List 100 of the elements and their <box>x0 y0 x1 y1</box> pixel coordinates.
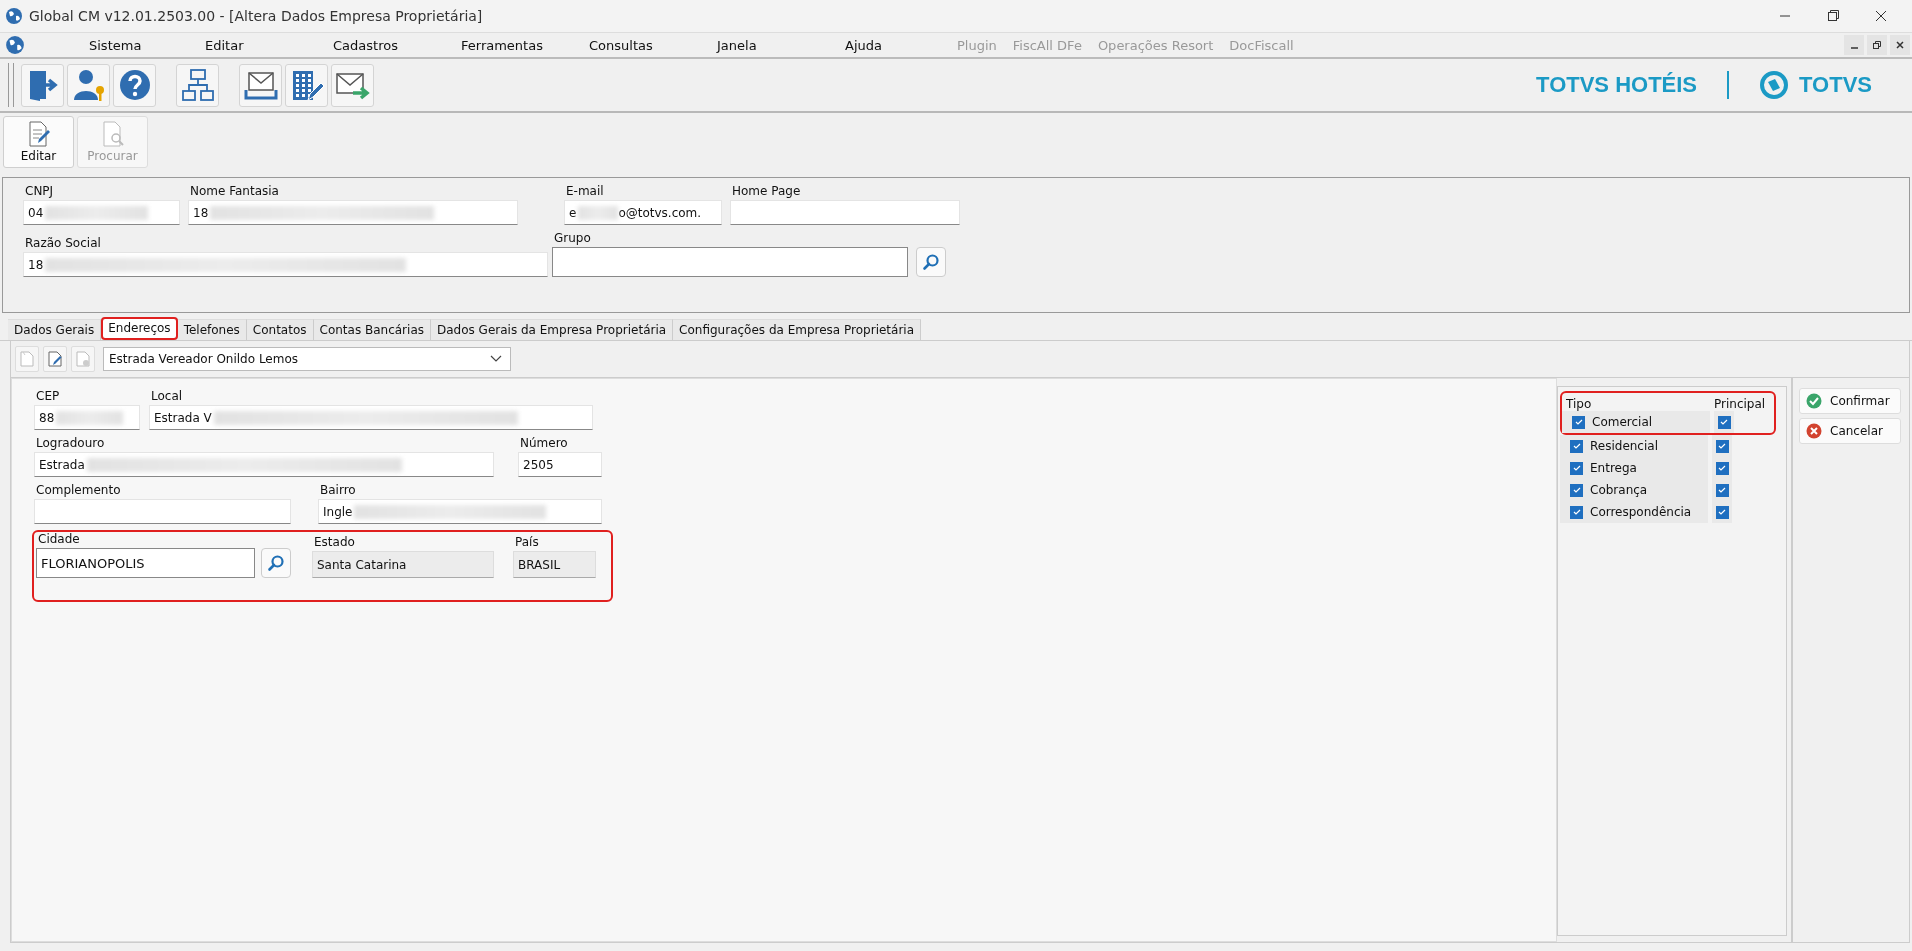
input-field[interactable]: FLORIANOPOLIS <box>36 548 255 578</box>
checkbox-label: Cobrança <box>1590 483 1648 497</box>
menu-item[interactable]: Ajuda <box>821 37 949 53</box>
input-field[interactable]: Estrada <box>34 452 494 477</box>
window-title: Global CM v12.01.2503.00 - [Altera Dados Empresa Proprietária] <box>29 8 483 24</box>
column-header: Tipo <box>1566 397 1593 411</box>
document-search-icon <box>100 121 125 147</box>
input-field[interactable]: Santa Catarina <box>312 551 494 578</box>
menu-item[interactable]: Cadastros <box>309 37 437 53</box>
close-button[interactable] <box>1890 35 1910 55</box>
input-field[interactable]: Ingle <box>318 499 602 524</box>
tab[interactable]: Dados Gerais da Empresa Proprietária <box>431 319 674 340</box>
help-icon <box>117 68 152 102</box>
toolbar-button[interactable] <box>239 63 282 107</box>
field-label: Grupo <box>553 231 592 245</box>
field-label: CNPJ <box>24 184 55 198</box>
field-label: Nome Fantasia <box>189 184 280 198</box>
input-field[interactable]: 2505 <box>518 452 602 477</box>
restore-button[interactable] <box>1867 35 1887 55</box>
user-key-icon <box>71 68 106 102</box>
field-label: Cidade <box>37 532 81 546</box>
input-field[interactable]: 18 <box>23 252 548 277</box>
input-field[interactable]: 18 <box>188 200 518 225</box>
checkbox[interactable] <box>1715 505 1729 519</box>
tab[interactable]: Contatos <box>246 319 314 340</box>
tab[interactable]: Endereços <box>101 317 178 340</box>
dialog-button[interactable]: Confirmar <box>1799 388 1901 414</box>
checkbox-label: Entrega <box>1590 461 1637 475</box>
globe-icon <box>5 35 25 55</box>
input-field[interactable]: 04 <box>23 200 180 225</box>
dialog-button[interactable]: Cancelar <box>1799 418 1901 444</box>
input-field[interactable]: BRASIL <box>513 551 596 578</box>
check-circle-icon <box>1806 393 1822 409</box>
input-field[interactable] <box>552 247 908 277</box>
org-chart-icon <box>180 68 215 102</box>
toolbar-button[interactable] <box>331 63 374 107</box>
new-document-icon <box>20 351 34 367</box>
tab[interactable]: Contas Bancárias <box>313 319 431 340</box>
check-icon <box>1571 463 1582 473</box>
field-label: Razão Social <box>24 236 102 250</box>
field-label: CEP <box>35 389 61 403</box>
check-icon <box>1717 463 1727 473</box>
search-icon <box>267 554 285 572</box>
menu-item[interactable]: Ferramentas <box>437 37 565 53</box>
check-icon <box>1571 507 1582 517</box>
field-label: E-mail <box>565 184 605 198</box>
menu-item[interactable]: Janela <box>693 37 821 53</box>
toolbar-button[interactable] <box>285 63 328 107</box>
minimize-icon <box>1850 47 1858 49</box>
tab[interactable]: Configurações da Empresa Proprietária <box>673 319 922 340</box>
input-field[interactable]: e o@totvs.com. <box>564 200 722 225</box>
check-icon <box>1719 417 1729 427</box>
field-label: Bairro <box>319 483 357 497</box>
checkbox[interactable] <box>1570 461 1583 475</box>
column-header: Principal <box>1714 397 1766 411</box>
logo-icon <box>1759 70 1790 100</box>
checkbox-label: Residencial <box>1590 439 1658 453</box>
search-button[interactable] <box>261 548 291 578</box>
field-label: Complemento <box>35 483 122 497</box>
document-pencil-icon <box>48 351 62 367</box>
toolbar-button[interactable] <box>113 63 156 107</box>
product-logo-text: TOTVS HOTÉIS <box>1536 72 1698 98</box>
checkbox[interactable] <box>1715 483 1729 497</box>
checkbox[interactable] <box>1717 415 1731 429</box>
minimize-button[interactable] <box>1844 35 1864 55</box>
document-pencil-icon <box>26 121 51 147</box>
checkbox[interactable] <box>1715 439 1729 453</box>
close-icon <box>1895 40 1905 50</box>
tab[interactable]: Telefones <box>177 319 247 340</box>
check-icon <box>1573 417 1584 427</box>
check-icon <box>1717 441 1727 451</box>
document-delete-icon <box>76 351 90 367</box>
checkbox[interactable] <box>1572 415 1585 429</box>
checkbox[interactable] <box>1570 483 1583 497</box>
toolbar-button[interactable] <box>43 346 67 372</box>
check-icon <box>1717 485 1727 495</box>
checkbox[interactable] <box>1570 439 1583 453</box>
check-icon <box>1717 507 1727 517</box>
toolbar-button[interactable] <box>176 63 219 107</box>
checkbox-label: Correspondência <box>1590 505 1692 519</box>
search-button[interactable] <box>916 247 946 277</box>
field-label: Logradouro <box>35 436 106 450</box>
address-dropdown[interactable]: Estrada Vereador Onildo Lemos <box>103 347 511 371</box>
company-logo-text: TOTVS <box>1799 72 1872 98</box>
checkbox[interactable] <box>1715 461 1729 475</box>
menu-item[interactable]: Consultas <box>565 37 693 53</box>
menu-item[interactable]: Editar <box>181 37 309 53</box>
input-field[interactable]: Estrada V <box>149 405 593 430</box>
menu-item[interactable]: Sistema <box>31 37 181 53</box>
action-button[interactable]: Editar <box>3 116 74 168</box>
toolbar-button[interactable] <box>21 63 64 107</box>
checkbox-label: Comercial <box>1592 415 1653 429</box>
field-label: Estado <box>313 535 356 549</box>
tab[interactable]: Dados Gerais <box>8 319 102 340</box>
check-icon <box>1571 485 1582 495</box>
toolbar-button[interactable] <box>67 63 110 107</box>
field-label: Número <box>519 436 569 450</box>
input-field[interactable]: 88 <box>34 405 140 430</box>
checkbox[interactable] <box>1570 505 1583 519</box>
restore-icon <box>1872 40 1882 50</box>
